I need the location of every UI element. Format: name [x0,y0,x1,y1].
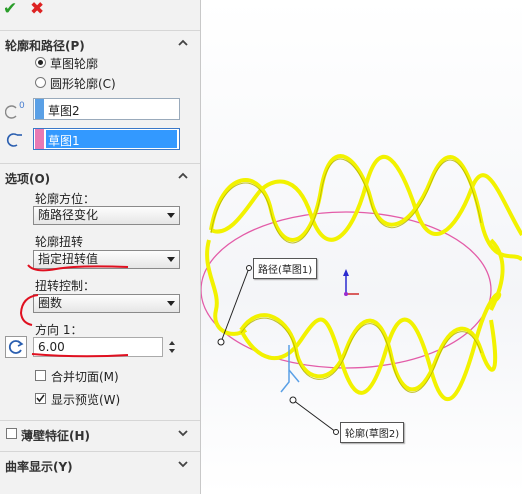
chevron-up-icon[interactable] [176,36,190,50]
show-preview-label: 显示预览(W) [51,393,121,407]
radio-sketch-profile-label: 草图轮廓 [50,57,99,71]
chevron-down-icon[interactable] [176,426,190,440]
radio-sketch-profile[interactable] [35,57,46,68]
origin-axes [343,269,359,296]
radio-circular-profile-label: 圆形轮廓(C) [50,77,116,91]
orientation-select-value: 随路径变化 [38,208,99,222]
path-callout: 路径(草图1) [253,258,318,279]
profile-color-swatch [35,129,44,149]
merge-faces-label: 合并切面(M) [51,370,119,384]
chevron-down-icon [167,257,175,262]
twist-control-select[interactable]: 圈数 [33,294,180,313]
radio-circular-profile[interactable] [35,77,46,88]
cross-icon[interactable]: ✖ [30,0,44,19]
spinner-stepper[interactable] [165,337,179,357]
profile-path-title: 轮廓和路径(P) [5,39,85,53]
property-manager-panel: ✔ ✖ 轮廓和路径(P) 草图轮廓 圆形轮廓(C) 0 草图2 草图1 选项(O… [0,0,201,494]
svg-text:0: 0 [19,101,25,111]
path-field[interactable]: 草图2 [33,98,180,120]
options-title: 选项(O) [5,172,51,186]
thin-feature-title: 薄壁特征(H) [21,429,91,443]
ok-cancel-bar: ✔ ✖ [0,0,200,22]
thin-feature-section-header[interactable]: 薄壁特征(H) [0,420,200,447]
chevron-down-icon [167,213,175,218]
profile-path-section-header[interactable]: 轮廓和路径(P) [0,30,200,57]
path-color-swatch [35,99,44,119]
graphics-viewport[interactable]: 路径(草图1) 轮廓(草图2) [201,0,522,494]
curvature-title: 曲率显示(Y) [5,460,73,474]
direction-label: 方向 1： [35,323,83,337]
red-underline-annotation [27,264,129,272]
orientation-label: 轮廓方位： [35,192,96,206]
profile-field[interactable]: 草图1 [33,128,180,150]
options-section-header[interactable]: 选项(O) [0,163,200,190]
checkmark-icon [36,394,45,403]
path-field-value: 草图2 [48,104,80,118]
profile-callout: 轮廓(草图2) [340,422,405,443]
profile-selector-icon [6,133,22,147]
red-underline-annotation [31,353,129,358]
merge-faces-checkbox[interactable] [35,370,46,381]
twist-control-label: 扭转控制： [35,279,96,293]
profile-field-value: 草图1 [48,134,80,148]
orientation-select[interactable]: 随路径变化 [33,206,180,225]
curvature-section-header[interactable]: 曲率显示(Y) [0,451,200,478]
reverse-direction-icon[interactable] [5,336,27,358]
chevron-down-icon [167,301,175,306]
path-selector-icon: 0 [5,101,25,119]
thin-feature-checkbox[interactable] [6,428,17,439]
chevron-down-icon[interactable] [176,457,190,471]
show-preview-checkbox[interactable] [35,393,46,404]
checkmark-icon[interactable]: ✔ [3,0,17,19]
twist-label: 轮廓扭转 [35,235,84,249]
sweep-preview-graphic [201,154,522,435]
chevron-up-icon[interactable] [176,169,190,183]
